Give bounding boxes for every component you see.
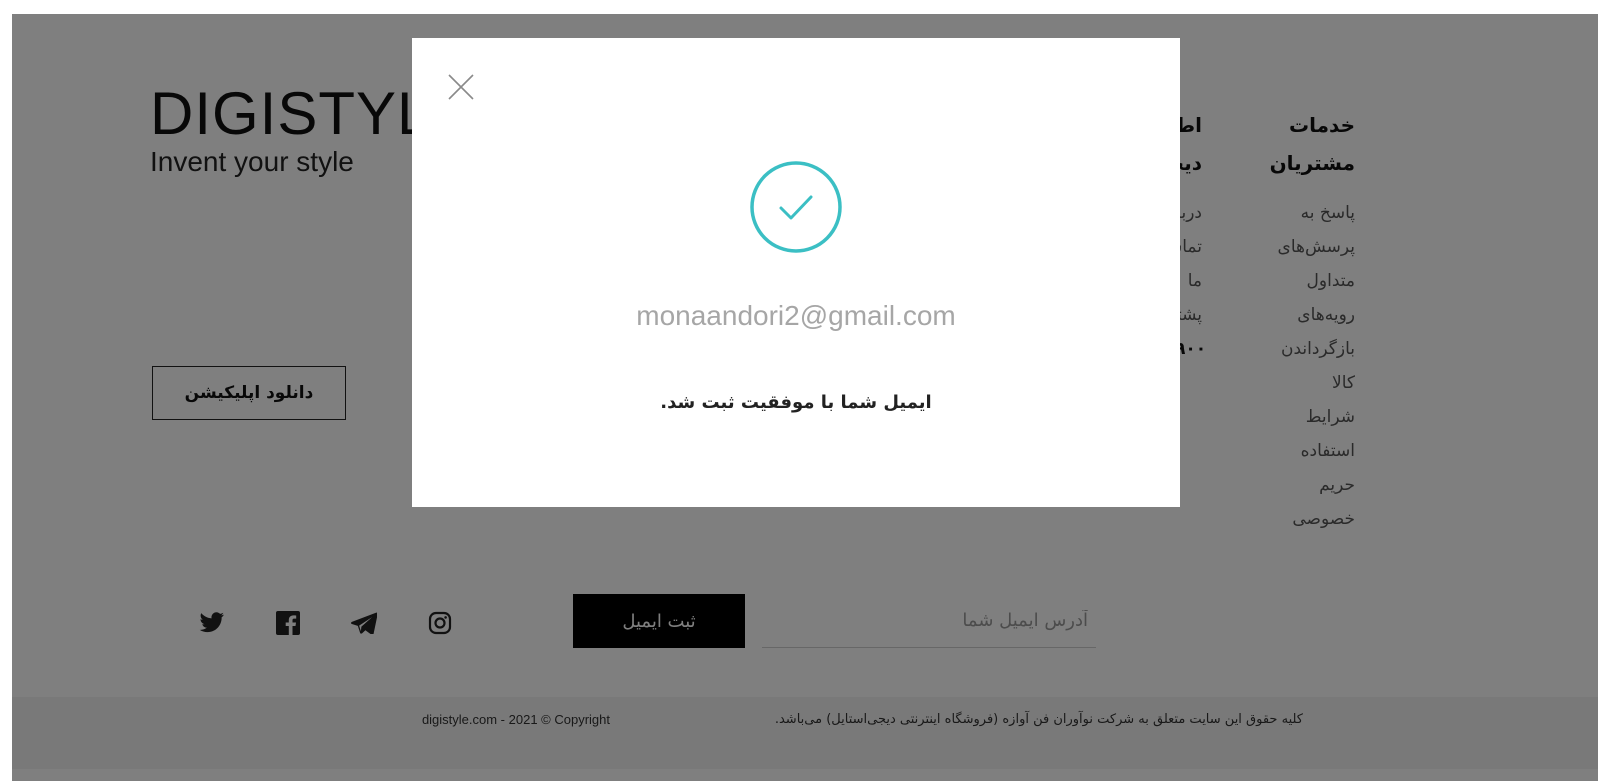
close-icon[interactable] bbox=[448, 74, 474, 100]
success-modal: monaandori2@gmail.com ایمیل شما با موفقی… bbox=[412, 38, 1180, 507]
success-check-icon bbox=[749, 160, 843, 254]
success-message: ایمیل شما با موفقیت ثبت شد. bbox=[660, 392, 932, 413]
registered-email: monaandori2@gmail.com bbox=[636, 300, 956, 331]
